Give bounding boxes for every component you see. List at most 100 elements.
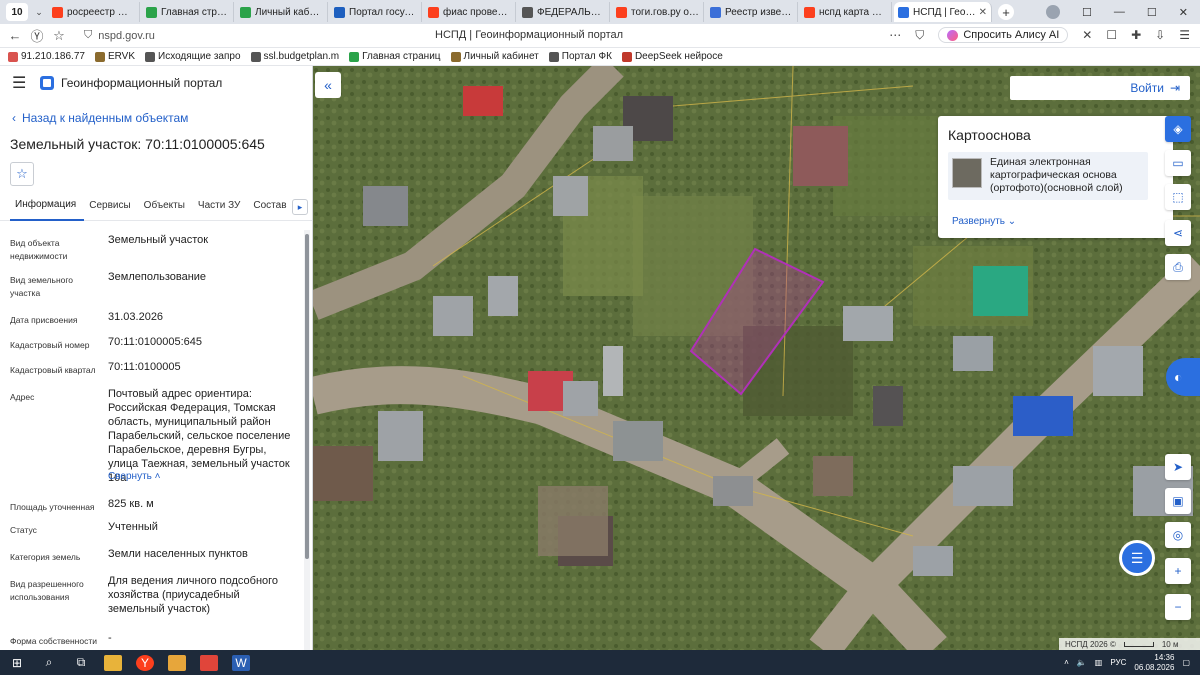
- chevron-up-icon[interactable]: ˄: [1064, 658, 1069, 667]
- panel-tab[interactable]: Объекты: [139, 197, 193, 221]
- browser-tab[interactable]: Портал государст: [330, 2, 422, 22]
- minimap-icon: ▣: [1172, 494, 1184, 508]
- login-button[interactable]: Войти ⇥: [1010, 76, 1190, 100]
- browser-tab[interactable]: росреестр — Янд: [48, 2, 140, 22]
- locate-button[interactable]: ➤: [1165, 454, 1191, 480]
- address-bar-tools: ⋯ ⛉ Спросить Алису AI ✕ ☐ ✚ ⇩ ☰: [889, 27, 1190, 43]
- collapse-address-link[interactable]: Свернуть ˄: [108, 471, 160, 482]
- extension-icon[interactable]: ✕: [1082, 28, 1092, 42]
- close-window-button[interactable]: ✕: [1179, 6, 1188, 19]
- chevron-down-icon[interactable]: ⌄: [32, 3, 46, 21]
- side-panel-handle[interactable]: ◐: [1166, 358, 1200, 396]
- word-icon[interactable]: W: [232, 654, 250, 671]
- tab-favicon: [616, 6, 627, 18]
- more-icon[interactable]: ⋯: [889, 28, 901, 42]
- minimize-button[interactable]: —: [1114, 6, 1125, 18]
- browser-tab[interactable]: тоги.гов.ру офиц: [612, 2, 704, 22]
- yandex-browser-icon[interactable]: Y: [136, 654, 154, 671]
- url-field[interactable]: ⛉ nspd.gov.ru: [84, 29, 155, 42]
- bookmark-label: Исходящие запро: [158, 51, 241, 62]
- scrollbar-thumb[interactable]: [305, 234, 309, 559]
- tab-label: росреестр — Янд: [67, 6, 135, 18]
- tabs-overview-icon[interactable]: ☐: [1082, 6, 1092, 19]
- bookmark-favicon: [548, 51, 559, 62]
- close-tab-icon[interactable]: ✕: [976, 7, 987, 18]
- bookmark-item[interactable]: ssl.budgetplan.m: [250, 51, 339, 62]
- geolocation-button[interactable]: ◎: [1165, 522, 1191, 548]
- collapse-panel-button[interactable]: «: [315, 72, 341, 98]
- maximize-button[interactable]: ☐: [1147, 6, 1157, 19]
- notifications-icon[interactable]: ▢: [1182, 658, 1190, 667]
- bookmark-item[interactable]: Главная страниц: [349, 51, 441, 62]
- basemap-layer-item[interactable]: Единая электронная картографическая осно…: [948, 152, 1148, 200]
- tab-label: НСПД | Геоинф: [913, 6, 976, 18]
- profile-icon[interactable]: [1046, 5, 1061, 19]
- chat-button[interactable]: ☰: [1119, 540, 1155, 576]
- browser-tab[interactable]: Главная страниц: [142, 2, 234, 22]
- url-text: nspd.gov.ru: [98, 29, 155, 42]
- yandex-icon[interactable]: Ⓨ: [26, 26, 48, 45]
- bookmark-label: Портал ФК: [561, 51, 612, 62]
- bookmark-icon[interactable]: ⛉: [915, 28, 924, 43]
- tab-counter[interactable]: 10: [6, 3, 28, 21]
- puzzle-icon[interactable]: ✚: [1131, 28, 1141, 42]
- translate-icon[interactable]: ☐: [1106, 28, 1117, 42]
- browser-tab[interactable]: НСПД | Геоинф✕: [894, 2, 992, 22]
- menu-icon[interactable]: ☰: [12, 73, 34, 93]
- tab-label: Личный кабинет: [255, 6, 323, 18]
- star-icon[interactable]: ☆: [48, 28, 70, 44]
- login-label: Войти: [1130, 81, 1164, 95]
- presentation-app-icon[interactable]: [200, 654, 218, 671]
- download-icon[interactable]: ⇩: [1155, 28, 1165, 42]
- map-footer: НСПД 2026 © 10 м: [1059, 638, 1200, 650]
- browser-tab[interactable]: Личный кабинет: [236, 2, 328, 22]
- file-explorer-icon[interactable]: [104, 654, 122, 671]
- property-value: Учтенный: [108, 521, 158, 533]
- browser-tab[interactable]: Реестр извещени: [706, 2, 798, 22]
- bookmark-item[interactable]: Исходящие запро: [145, 51, 241, 62]
- back-to-results-link[interactable]: ‹ Назад к найденным объектам: [12, 111, 188, 125]
- zoom-out-button[interactable]: −: [1165, 594, 1191, 620]
- map-view[interactable]: « Войти ⇥ Картооснова Единая электронная…: [313, 66, 1200, 650]
- layers-tool-button[interactable]: ◈: [1165, 116, 1191, 142]
- network-icon[interactable]: ▥: [1095, 658, 1103, 667]
- print-button[interactable]: ⎙: [1165, 254, 1191, 280]
- panel-header: ☰ Геоинформационный портал: [0, 66, 312, 100]
- select-tool-button[interactable]: ⬚: [1165, 184, 1191, 210]
- panel-tab[interactable]: Состав: [248, 197, 294, 221]
- bookmark-item[interactable]: DeepSeek нейросе: [621, 51, 723, 62]
- new-tab-button[interactable]: +: [998, 4, 1014, 20]
- browser-tab[interactable]: ФЕДЕРАЛЬНАЯ И: [518, 2, 610, 22]
- bookmark-item[interactable]: 91.210.186.77: [8, 51, 85, 62]
- bookmark-item[interactable]: Личный кабинет: [450, 51, 539, 62]
- zoom-in-button[interactable]: +: [1165, 558, 1191, 584]
- favorite-button[interactable]: ☆: [10, 162, 34, 186]
- minimap-button[interactable]: ▣: [1165, 488, 1191, 514]
- chevron-left-icon: ‹: [12, 111, 16, 125]
- panel-tab[interactable]: Информация: [10, 197, 85, 221]
- system-tray: ˄ 🔈 ▥ РУС 14:36 06.08.2026 ▢: [1064, 653, 1200, 673]
- language-indicator[interactable]: РУС: [1110, 658, 1126, 667]
- clock[interactable]: 14:36 06.08.2026: [1134, 653, 1174, 673]
- browser-tab[interactable]: фиас проверка ад: [424, 2, 516, 22]
- tabs-scroll-right-button[interactable]: ▸: [292, 199, 308, 215]
- ask-alisa-button[interactable]: Спросить Алису AI: [938, 27, 1069, 43]
- share-button[interactable]: ⋖: [1165, 220, 1191, 246]
- volume-icon[interactable]: 🔈: [1077, 658, 1087, 667]
- app-icon[interactable]: [168, 654, 186, 671]
- search-icon[interactable]: ⌕: [40, 655, 58, 671]
- panel-tab[interactable]: Сервисы: [84, 197, 138, 221]
- ruler-tool-button[interactable]: ▭: [1165, 150, 1191, 176]
- bookmark-item[interactable]: ERVK: [94, 51, 136, 62]
- menu-icon[interactable]: ☰: [1179, 28, 1190, 42]
- property-value: 70:11:0100005: [108, 361, 181, 373]
- bookmark-item[interactable]: Портал ФК: [548, 51, 612, 62]
- panel-tab[interactable]: Части ЗУ: [193, 197, 248, 221]
- windows-start-icon[interactable]: ⊞: [8, 655, 26, 671]
- expand-label: Развернуть: [952, 216, 1006, 227]
- task-view-icon[interactable]: ⧉: [72, 655, 90, 671]
- expand-basemap-link[interactable]: Развернуть ⌄: [952, 216, 1016, 227]
- browser-tab[interactable]: нспд карта публи: [800, 2, 892, 22]
- back-arrow-icon[interactable]: ←: [4, 28, 26, 43]
- bookmark-label: ERVK: [107, 51, 136, 62]
